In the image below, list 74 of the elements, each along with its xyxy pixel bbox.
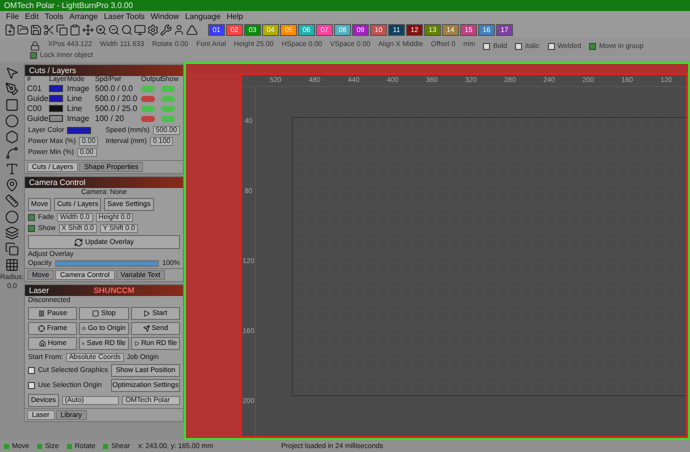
layer-name: Guide — [27, 94, 49, 103]
show-toggle[interactable] — [161, 96, 175, 102]
menu-item[interactable]: Edit — [24, 12, 39, 21]
output-toggle[interactable] — [141, 106, 155, 112]
clipboard-icon[interactable] — [69, 24, 81, 36]
person-icon[interactable] — [173, 24, 185, 36]
menu-item[interactable]: Language — [185, 12, 221, 21]
pointer-icon[interactable] — [5, 66, 19, 80]
panel-title: Cuts / Layers — [29, 66, 76, 75]
checkbox[interactable] — [30, 52, 37, 59]
panel-title: Camera Control — [29, 178, 86, 187]
search-icon[interactable] — [121, 24, 133, 36]
speed-power: 500.0 / 20.0 — [95, 94, 138, 103]
menu-item[interactable]: Help — [226, 12, 244, 21]
speed-power: 500.0 / 25.0 — [95, 104, 138, 113]
output-toggle[interactable] — [141, 96, 155, 102]
opacity-slider[interactable] — [54, 260, 160, 267]
layer-name: C00 — [27, 104, 43, 113]
layer-name: Guide — [27, 114, 49, 123]
layer-name: C01 — [27, 84, 43, 93]
refresh-icon — [74, 238, 84, 246]
curve-icon[interactable] — [5, 146, 19, 160]
show-toggle[interactable] — [161, 116, 175, 122]
lock-icon[interactable] — [30, 41, 40, 51]
show-toggle[interactable] — [161, 86, 175, 92]
menu-item[interactable]: File — [6, 12, 19, 21]
window-title: OMTech Polar - LightBurnPro 3.0.00 — [4, 1, 133, 10]
text-icon[interactable] — [5, 162, 19, 176]
layer-mode: Line — [67, 104, 84, 113]
speed-power: 500.0 / 0.0 — [95, 84, 134, 93]
zoom-out-icon[interactable] — [108, 24, 120, 36]
device-name: SHUNCCM — [94, 286, 134, 295]
layer-color-field[interactable] — [67, 127, 92, 134]
ring-icon[interactable] — [5, 210, 19, 224]
checkbox[interactable] — [28, 225, 35, 232]
layers-icon[interactable] — [5, 226, 19, 240]
output-toggle[interactable] — [141, 86, 155, 92]
layer-mode: Image — [67, 84, 90, 93]
show-toggle[interactable] — [161, 106, 175, 112]
checkbox[interactable] — [28, 367, 35, 374]
menu-item[interactable]: Tools — [44, 12, 64, 21]
ellipse-icon[interactable] — [5, 114, 19, 128]
panel-title: Laser — [29, 286, 50, 295]
checkbox[interactable] — [548, 42, 554, 50]
rectangle-icon[interactable] — [5, 98, 19, 112]
menu-item[interactable]: Window — [150, 12, 180, 21]
polygon-icon[interactable] — [5, 130, 19, 144]
ruler-icon[interactable] — [5, 194, 19, 208]
layer-mode: Line — [67, 94, 84, 103]
menu-item[interactable]: Laser Tools — [104, 12, 145, 21]
settings-icon[interactable] — [147, 24, 159, 36]
save-icon[interactable] — [30, 24, 42, 36]
speed-power: 100 / 20 — [95, 114, 125, 123]
checkbox[interactable] — [515, 42, 522, 50]
zoom-in-icon[interactable] — [95, 24, 107, 36]
new-file-icon[interactable] — [4, 24, 16, 36]
checkbox[interactable] — [483, 42, 490, 50]
triangle-icon[interactable] — [186, 24, 198, 36]
monitor-icon[interactable] — [134, 24, 146, 36]
pin-icon[interactable] — [5, 178, 19, 192]
pen-icon[interactable] — [5, 82, 19, 96]
wrench-icon[interactable] — [160, 24, 172, 36]
folder-icon[interactable] — [17, 24, 29, 36]
checkbox[interactable] — [28, 214, 35, 221]
output-toggle[interactable] — [141, 116, 155, 122]
checkbox[interactable] — [589, 42, 596, 50]
copy-icon[interactable] — [56, 24, 68, 36]
layer-mode: Image — [67, 114, 90, 123]
checkbox[interactable] — [28, 382, 35, 389]
move-arrows-icon[interactable] — [82, 24, 94, 36]
scissors-icon[interactable] — [43, 24, 55, 36]
grid-icon[interactable] — [5, 258, 19, 272]
menu-item[interactable]: Arrange — [69, 12, 98, 21]
copy-icon[interactable] — [5, 242, 19, 256]
